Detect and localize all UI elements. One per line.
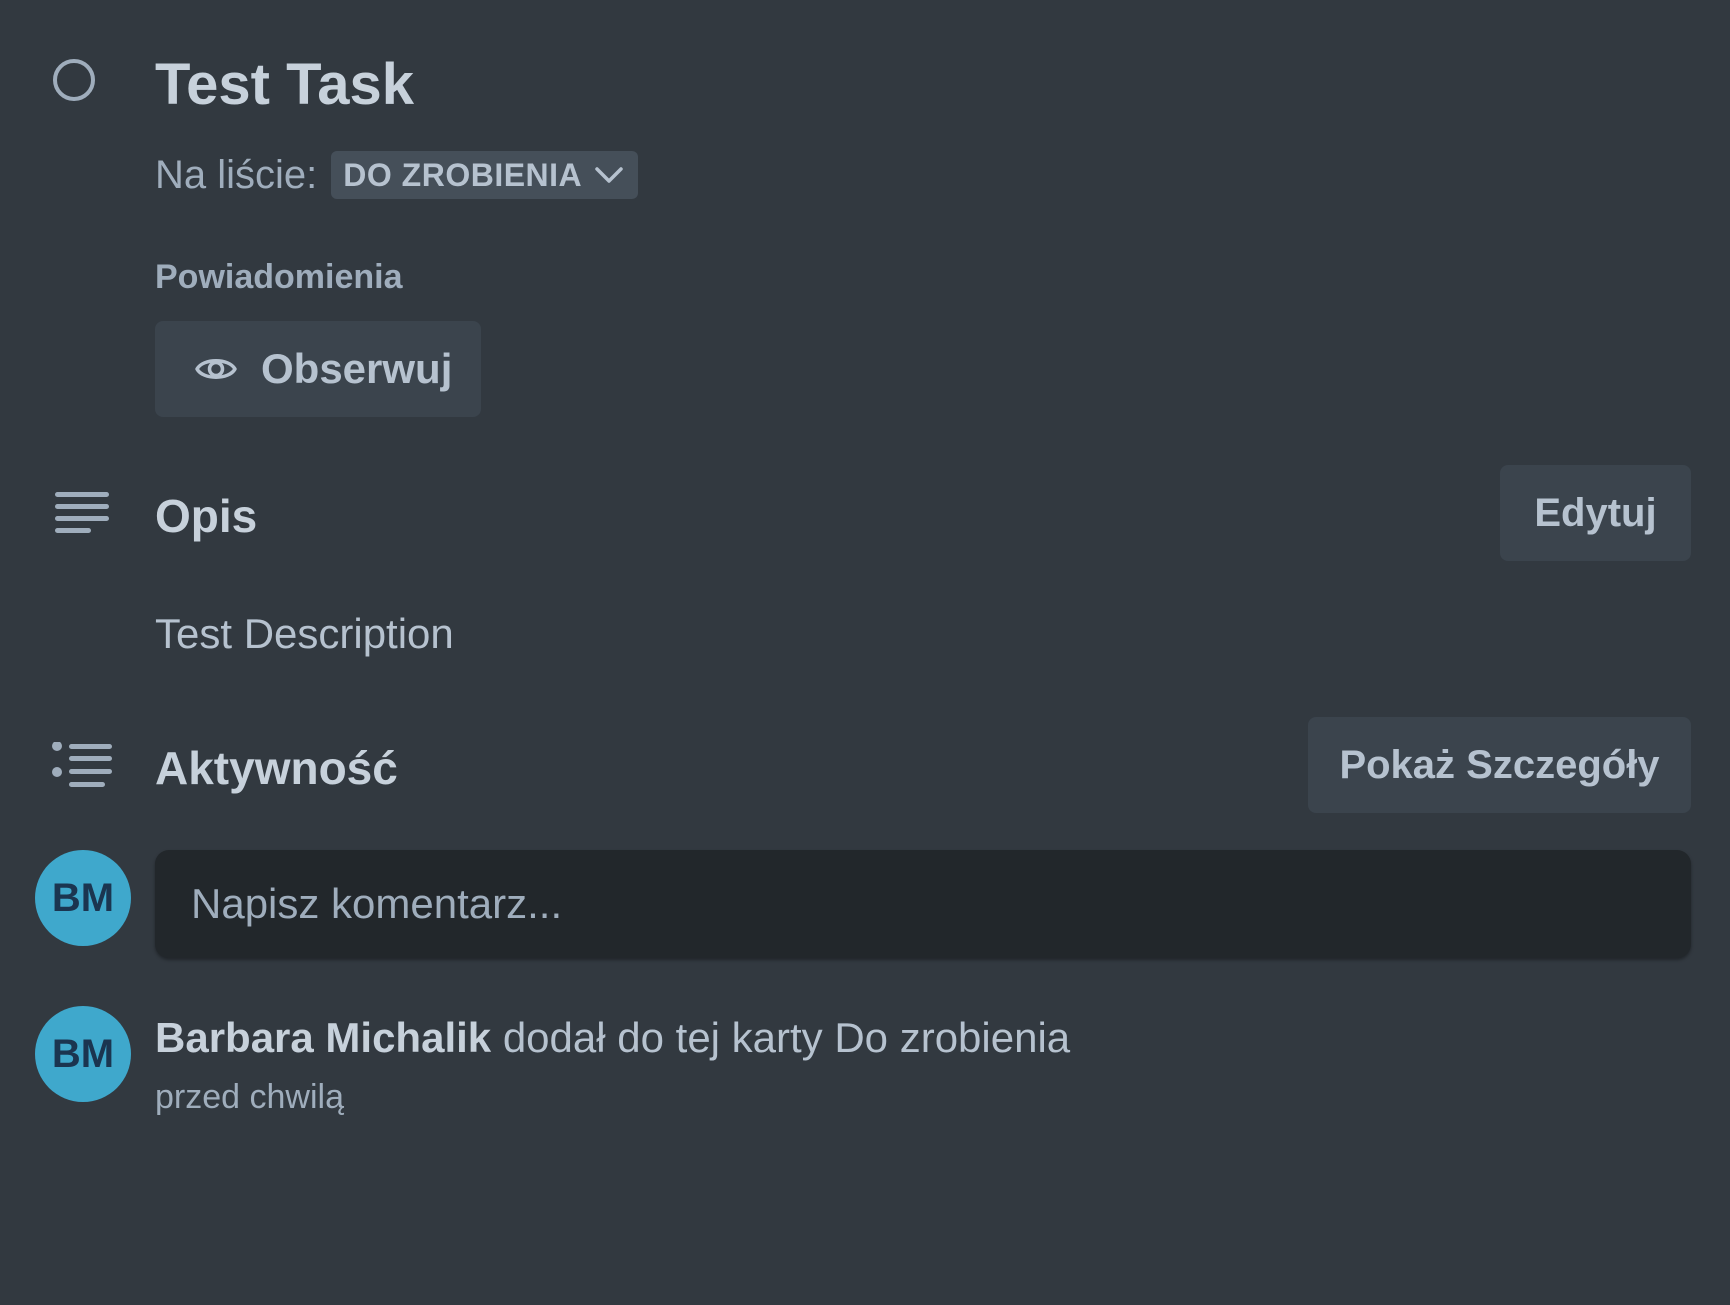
complete-circle-icon[interactable] — [53, 59, 95, 101]
bulleted-list-icon — [52, 742, 112, 787]
activity-entry: Barbara Michalik dodał do tej karty Do z… — [155, 1012, 1070, 1064]
description-title: Opis — [155, 490, 258, 542]
activity-title: Aktywność — [155, 742, 398, 794]
activity-action-text: dodał do tej karty Do zrobienia — [491, 1014, 1071, 1061]
list-label: Na liście: — [155, 152, 318, 197]
list-dropdown-label: DO ZROBIENIA — [343, 156, 583, 193]
comment-input[interactable] — [155, 850, 1691, 958]
watch-button-label: Obserwuj — [261, 345, 453, 392]
avatar[interactable]: BM — [35, 1006, 131, 1102]
watch-button[interactable]: Obserwuj — [155, 321, 481, 417]
edit-description-button[interactable]: Edytuj — [1500, 465, 1691, 561]
notifications-label: Powiadomienia — [155, 258, 403, 296]
task-title[interactable]: Test Task — [155, 50, 414, 120]
show-details-button[interactable]: Pokaż Szczegóły — [1308, 717, 1691, 813]
list-info: Na liście: DO ZROBIENIA — [155, 150, 639, 200]
edit-button-label: Edytuj — [1534, 490, 1657, 535]
list-dropdown[interactable]: DO ZROBIENIA — [331, 151, 639, 199]
activity-timestamp[interactable]: przed chwilą — [155, 1078, 344, 1117]
chevron-down-icon — [595, 167, 623, 183]
avatar[interactable]: BM — [35, 850, 131, 946]
show-details-label: Pokaż Szczegóły — [1339, 742, 1660, 787]
card-detail: Test Task Na liście: DO ZROBIENIA Powiad… — [0, 0, 1730, 1305]
activity-user-name[interactable]: Barbara Michalik — [155, 1014, 491, 1061]
description-text[interactable]: Test Description — [155, 610, 454, 658]
eye-icon — [195, 359, 237, 379]
text-lines-icon — [55, 492, 109, 533]
